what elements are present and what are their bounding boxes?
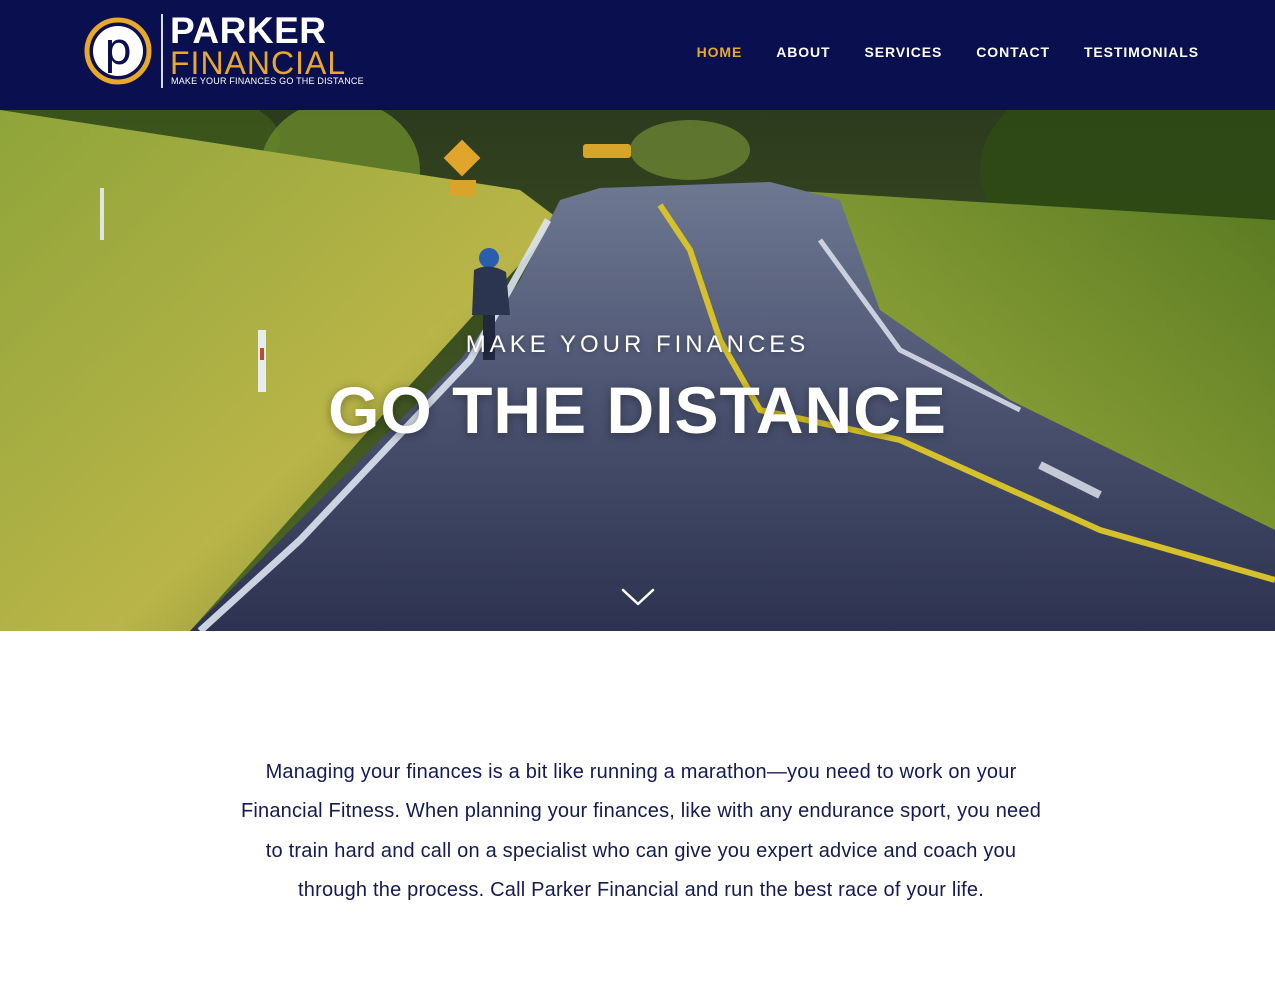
brand-tagline: MAKE YOUR FINANCES GO THE DISTANCE: [171, 76, 364, 86]
hero-title: GO THE DISTANCE: [328, 373, 947, 447]
nav-item-contact[interactable]: CONTACT: [976, 44, 1050, 60]
logo-divider: [161, 14, 163, 88]
brand-name: PARKER: [170, 10, 327, 51]
hero-banner: MAKE YOUR FINANCES GO THE DISTANCE: [0, 110, 1275, 631]
main-nav: HOME ABOUT SERVICES CONTACT TESTIMONIALS: [697, 44, 1199, 60]
logo[interactable]: p PARKER FINANCIAL MAKE YOUR FINANCES GO…: [83, 10, 364, 90]
chevron-down-icon[interactable]: [620, 586, 656, 608]
nav-item-home[interactable]: HOME: [697, 44, 743, 60]
nav-item-services[interactable]: SERVICES: [865, 44, 943, 60]
hero-kicker: MAKE YOUR FINANCES: [465, 331, 810, 358]
hero-road-image: [0, 110, 1275, 631]
intro-paragraph: Managing your finances is a bit like run…: [240, 761, 1042, 901]
logo-letter: p: [104, 24, 132, 75]
site-header: p PARKER FINANCIAL MAKE YOUR FINANCES GO…: [0, 0, 1275, 110]
logo-mark-icon: p: [84, 17, 152, 85]
nav-item-testimonials[interactable]: TESTIMONIALS: [1084, 44, 1199, 60]
brand-subname: FINANCIAL: [170, 45, 347, 81]
nav-item-about[interactable]: ABOUT: [776, 44, 830, 60]
